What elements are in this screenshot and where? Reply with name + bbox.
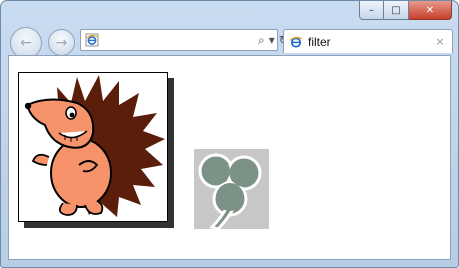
tab-filter[interactable]: filter ×: [283, 29, 453, 53]
tab-close-icon[interactable]: ×: [433, 35, 447, 48]
minimize-button[interactable]: –: [359, 1, 384, 20]
address-bar: ⌕ ▾ ↻ ✕: [80, 29, 303, 51]
dropdown-icon[interactable]: ▾: [269, 34, 275, 46]
ie-page-icon: [85, 33, 99, 47]
tab-title: filter: [308, 34, 331, 49]
close-window-button[interactable]: ✕: [409, 1, 452, 20]
maximize-button[interactable]: □: [384, 1, 409, 20]
clover-image: [194, 149, 269, 231]
hedgehog-image: [18, 72, 168, 222]
page-viewport: [8, 55, 451, 260]
forward-button[interactable]: →: [48, 29, 75, 56]
ie-page-icon: [289, 35, 303, 49]
forward-arrow-icon: →: [55, 34, 68, 51]
search-icon[interactable]: ⌕: [258, 34, 265, 46]
back-arrow-icon: ←: [20, 35, 32, 51]
window-controls: – □ ✕: [359, 1, 452, 20]
browser-window: – □ ✕ ← → ⌕ ▾ ↻ ✕: [0, 0, 459, 268]
address-input[interactable]: [99, 31, 258, 49]
